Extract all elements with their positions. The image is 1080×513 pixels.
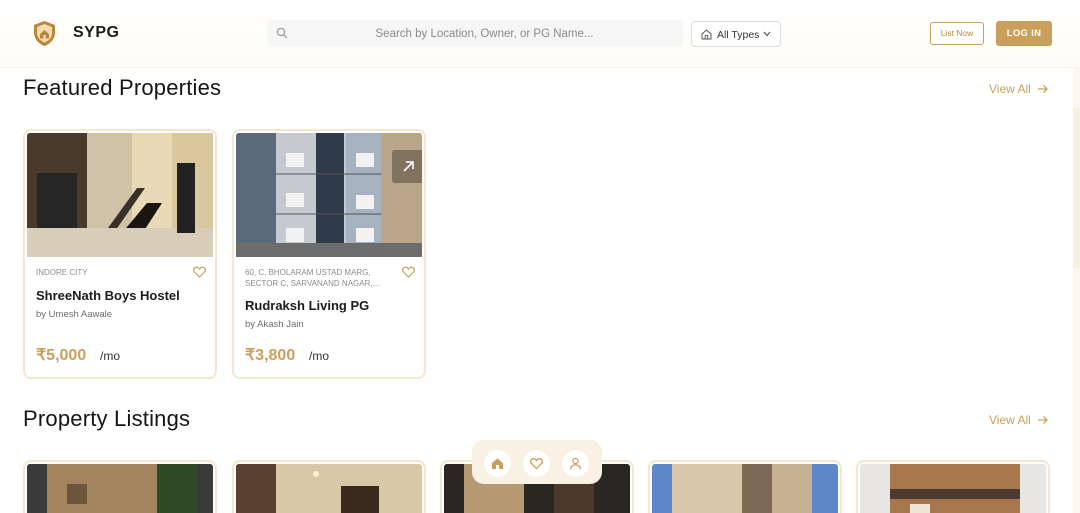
listings-section-title: Property Listings xyxy=(23,406,191,431)
price-period: /mo xyxy=(100,349,121,363)
bottom-navigation xyxy=(472,440,602,484)
open-link-button[interactable] xyxy=(392,150,422,183)
type-filter-label: All Types xyxy=(717,29,760,41)
listings-view-all-link[interactable]: View All xyxy=(989,413,1049,427)
view-all-label: View All xyxy=(989,413,1031,427)
search-input[interactable] xyxy=(297,20,672,47)
property-price: ₹3,800 xyxy=(245,347,296,364)
scrollbar-thumb[interactable] xyxy=(1073,108,1080,268)
property-owner: by Umesh Aawale xyxy=(36,309,113,320)
chevron-down-icon xyxy=(763,31,771,37)
heart-icon xyxy=(530,458,543,470)
property-location: INDORE CITY xyxy=(36,268,88,277)
top-header: SYPG All Types List Now LOG IN xyxy=(0,0,1080,68)
property-photo[interactable] xyxy=(27,133,213,257)
property-card[interactable] xyxy=(856,460,1050,513)
heart-icon[interactable] xyxy=(402,266,415,278)
view-all-label: View All xyxy=(989,82,1031,96)
home-icon xyxy=(492,458,503,469)
property-photo[interactable] xyxy=(860,464,1046,513)
shield-logo-icon[interactable] xyxy=(31,20,58,47)
property-name[interactable]: Rudraksh Living PG xyxy=(245,298,369,313)
brand-name[interactable]: SYPG xyxy=(73,24,119,42)
property-photo[interactable] xyxy=(236,133,422,257)
arrow-up-right-icon xyxy=(403,161,414,172)
price-period: /mo xyxy=(309,349,330,363)
search-bar[interactable] xyxy=(267,20,683,47)
featured-view-all-link[interactable]: View All xyxy=(989,82,1049,96)
login-button[interactable]: LOG IN xyxy=(996,21,1052,46)
nav-favorites-button[interactable] xyxy=(523,450,550,477)
arrow-right-icon xyxy=(1037,416,1048,424)
nav-profile-button[interactable] xyxy=(562,450,589,477)
property-name[interactable]: ShreeNath Boys Hostel xyxy=(36,288,180,303)
property-card[interactable] xyxy=(23,460,217,513)
list-now-button[interactable]: List Now xyxy=(930,22,984,45)
property-card[interactable]: INDORE CITY ShreeNath Boys Hostel by Ume… xyxy=(23,129,217,379)
property-price: ₹5,000 xyxy=(36,347,87,364)
property-card[interactable]: 60, C, BHOLARAM USTAD MARG, SECTOR C, SA… xyxy=(232,129,426,379)
user-icon xyxy=(569,457,582,470)
arrow-right-icon xyxy=(1037,85,1048,93)
property-card[interactable] xyxy=(232,460,426,513)
featured-section-title: Featured Properties xyxy=(23,75,222,100)
property-photo[interactable] xyxy=(236,464,422,513)
home-icon xyxy=(701,29,712,40)
property-photo[interactable] xyxy=(652,464,838,513)
search-icon xyxy=(276,27,288,39)
nav-home-button[interactable] xyxy=(484,450,511,477)
type-filter-dropdown[interactable]: All Types xyxy=(691,21,781,47)
page-scrollbar[interactable] xyxy=(1073,68,1080,513)
property-card[interactable] xyxy=(648,460,842,513)
property-photo[interactable] xyxy=(27,464,213,513)
property-owner: by Akash Jain xyxy=(245,319,304,330)
heart-icon[interactable] xyxy=(193,266,206,278)
property-location: 60, C, BHOLARAM USTAD MARG, SECTOR C, SA… xyxy=(245,268,380,288)
